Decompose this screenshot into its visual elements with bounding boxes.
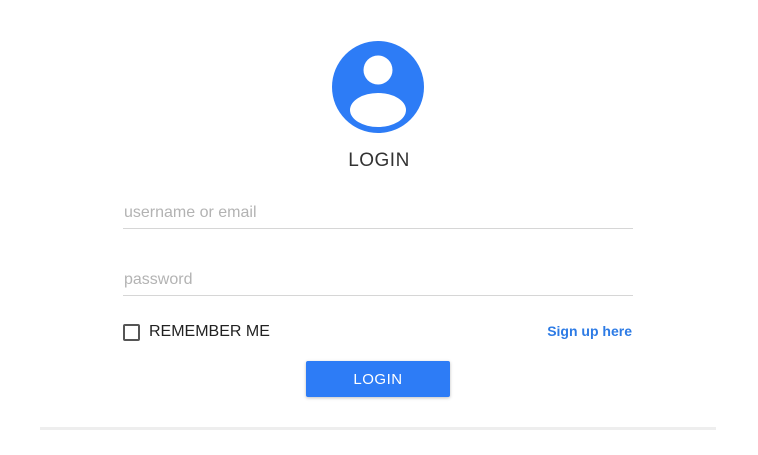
login-button[interactable]: LOGIN	[306, 361, 450, 397]
remember-me-label: REMEMBER ME	[149, 323, 270, 340]
remember-me-checkbox[interactable]	[123, 323, 140, 341]
login-title: LOGIN	[348, 150, 410, 171]
remember-me-toggle[interactable]: REMEMBER ME	[123, 323, 270, 341]
bottom-divider	[40, 427, 716, 430]
password-input[interactable]	[123, 266, 633, 296]
username-input[interactable]	[123, 199, 633, 229]
login-page: LOGIN REMEMBER ME Sign up here LOGIN	[0, 0, 758, 455]
signup-link[interactable]: Sign up here	[547, 323, 632, 339]
user-avatar-icon	[332, 41, 424, 133]
